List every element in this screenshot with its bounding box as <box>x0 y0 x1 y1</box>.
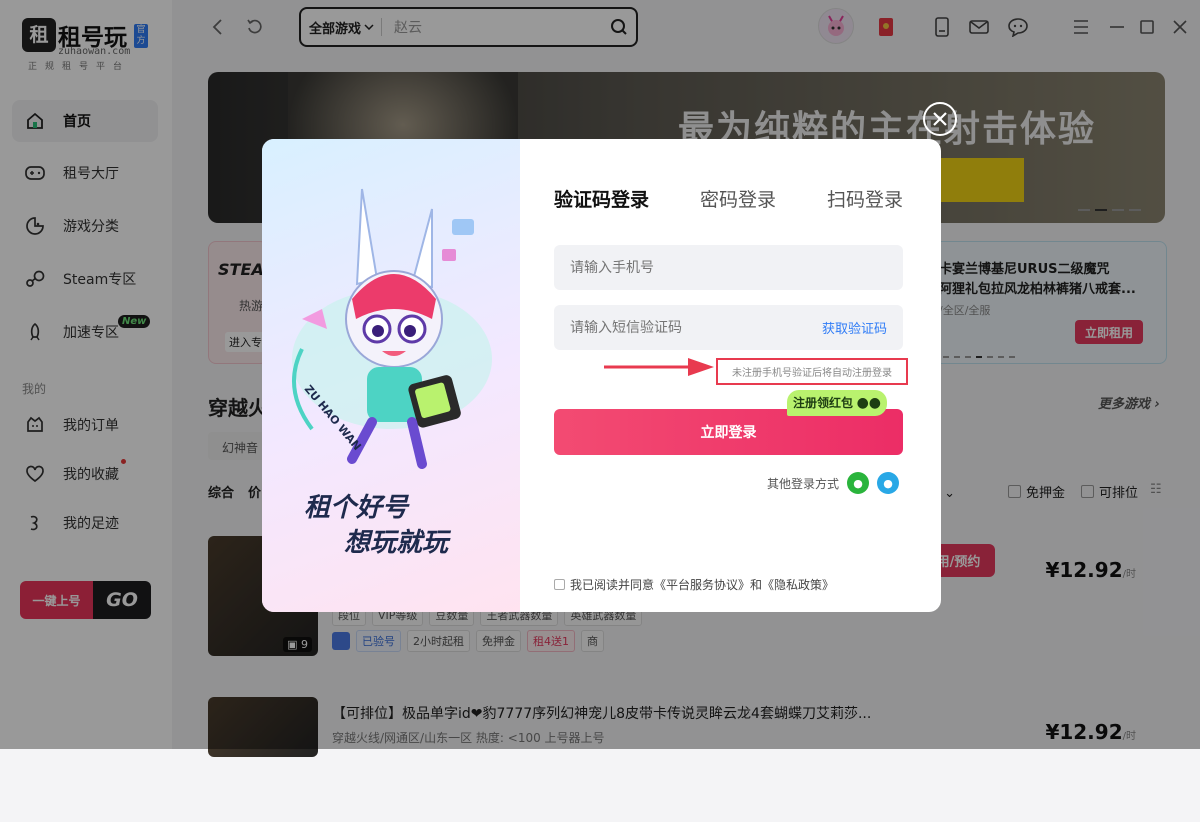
tab-sms-login[interactable]: 验证码登录 <box>554 185 649 212</box>
agreement-row[interactable]: 我已阅读并同意《平台服务协议》和《隐私政策》 <box>554 576 834 593</box>
tab-password-login[interactable]: 密码登录 <box>700 185 776 212</box>
agreement-checkbox[interactable] <box>554 579 565 590</box>
get-code-button[interactable]: 获取验证码 <box>822 318 887 337</box>
register-bonus-label: 注册领红包 <box>793 396 854 410</box>
close-icon <box>933 112 947 126</box>
sms-code-input[interactable] <box>570 319 822 336</box>
login-tabs: 验证码登录 密码登录 扫码登录 <box>554 185 914 215</box>
other-login-methods: 其他登录方式 ● ● <box>767 472 900 494</box>
modal-slogan: 租个好号 想玩就玩 <box>304 491 448 561</box>
phone-field[interactable] <box>554 245 903 290</box>
eyes-icon: ●● <box>856 395 882 411</box>
auto-register-hint: 未注册手机号验证后将自动注册登录 <box>716 358 908 385</box>
slogan-line-1: 租个好号 <box>304 493 409 523</box>
modal-close-button[interactable] <box>923 102 957 136</box>
qq-icon[interactable]: ● <box>877 472 900 494</box>
modal-illustration: ZU HAO WAN 租个好号 想玩就玩 <box>262 139 520 612</box>
register-bonus-bubble: 注册领红包 ●● <box>787 390 888 416</box>
tab-qr-login[interactable]: 扫码登录 <box>827 185 903 212</box>
phone-input[interactable] <box>570 259 887 276</box>
wechat-icon[interactable]: ● <box>847 472 870 494</box>
other-login-label: 其他登录方式 <box>767 476 840 491</box>
slogan-line-2: 想玩就玩 <box>344 528 449 558</box>
code-field[interactable]: 获取验证码 <box>554 305 903 350</box>
agreement-text[interactable]: 我已阅读并同意《平台服务协议》和《隐私政策》 <box>570 576 834 593</box>
red-arrow <box>604 358 714 376</box>
mascot-illustration: ZU HAO WAN <box>292 188 492 469</box>
